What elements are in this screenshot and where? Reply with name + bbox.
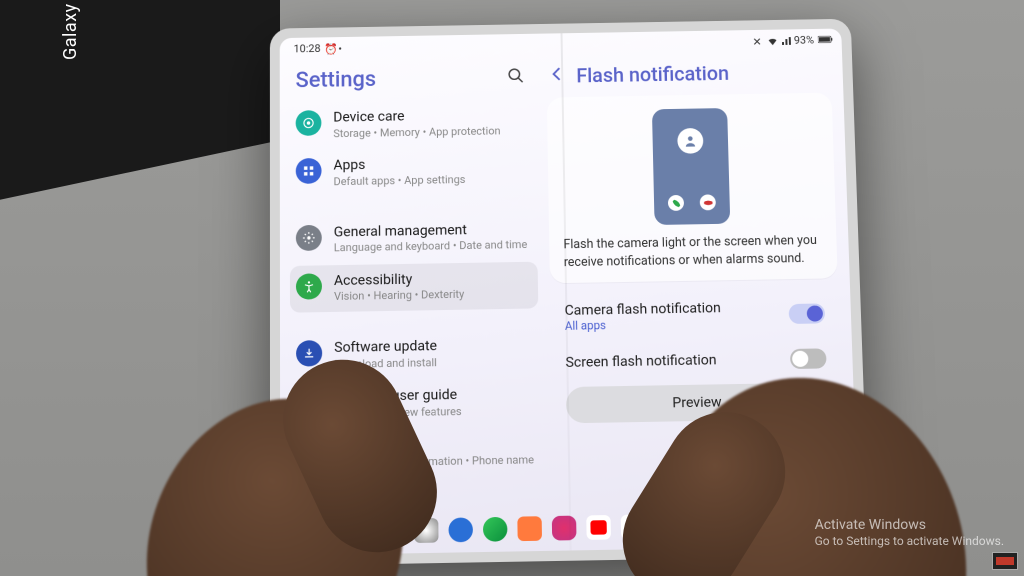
item-title: Accessibility bbox=[334, 271, 464, 291]
accessibility-icon bbox=[296, 273, 322, 299]
settings-title: Settings bbox=[296, 67, 377, 93]
screen-flash-row[interactable]: Screen flash notification bbox=[551, 338, 841, 383]
caller-avatar-icon bbox=[677, 128, 703, 154]
alarm-icon: ⏰ bbox=[324, 43, 334, 53]
watermark-line2: Go to Settings to activate Windows. bbox=[815, 534, 1004, 550]
notification-dot-icon: • bbox=[338, 43, 348, 53]
battery-icon bbox=[818, 35, 828, 45]
camera-flash-toggle[interactable] bbox=[789, 303, 826, 324]
taskbar-youtube-icon[interactable] bbox=[586, 515, 611, 540]
item-sub: Storage • Memory • App protection bbox=[333, 124, 500, 140]
product-box-label: Galaxy Z Fold6 bbox=[60, 0, 81, 60]
settings-item-apps[interactable]: Apps Default apps • App settings bbox=[290, 147, 537, 198]
settings-item-device-care[interactable]: Device care Storage • Memory • App prote… bbox=[290, 99, 536, 149]
flash-description: Flash the camera light or the screen whe… bbox=[563, 232, 823, 271]
row-title: Screen flash notification bbox=[565, 352, 716, 371]
recorder-badge-icon bbox=[992, 552, 1018, 570]
settings-item-general-management[interactable]: General management Language and keyboard… bbox=[290, 213, 538, 264]
item-sub: Language and keyboard • Date and time bbox=[334, 238, 528, 255]
phone-illustration bbox=[561, 106, 822, 226]
item-title: Software update bbox=[334, 338, 437, 357]
settings-item-accessibility[interactable]: Accessibility Vision • Hearing • Dexteri… bbox=[290, 261, 539, 312]
status-time: 10:28 bbox=[294, 42, 321, 55]
software-update-icon bbox=[296, 340, 322, 367]
detail-title: Flash notification bbox=[576, 61, 729, 87]
device-care-icon bbox=[296, 110, 322, 136]
location-off-icon: ✕ bbox=[752, 36, 762, 46]
battery-percent: 93% bbox=[794, 33, 815, 46]
wifi-icon bbox=[766, 35, 776, 45]
search-icon[interactable] bbox=[507, 66, 525, 88]
flash-illustration-card: Flash the camera light or the screen whe… bbox=[547, 93, 838, 284]
windows-activation-watermark: Activate Windows Go to Settings to activ… bbox=[815, 516, 1004, 550]
apps-icon bbox=[296, 158, 322, 184]
general-management-icon bbox=[296, 224, 322, 250]
item-sub: Vision • Hearing • Dexterity bbox=[334, 288, 464, 304]
screen-flash-toggle[interactable] bbox=[790, 348, 827, 369]
watermark-line1: Activate Windows bbox=[815, 516, 1004, 534]
taskbar-phone-icon[interactable] bbox=[482, 517, 507, 542]
answer-call-icon bbox=[668, 195, 684, 211]
back-icon[interactable] bbox=[548, 65, 566, 87]
decline-call-icon bbox=[700, 194, 716, 210]
camera-flash-row[interactable]: Camera flash notification All apps bbox=[550, 288, 839, 343]
signal-icon bbox=[780, 35, 790, 45]
taskbar-notes-icon[interactable] bbox=[517, 516, 542, 541]
taskbar-internet-icon[interactable] bbox=[448, 517, 473, 542]
item-sub: Default apps • App settings bbox=[334, 173, 466, 189]
camera-flash-apps-link[interactable]: All apps bbox=[565, 316, 722, 333]
taskbar-instagram-icon[interactable] bbox=[551, 516, 576, 541]
